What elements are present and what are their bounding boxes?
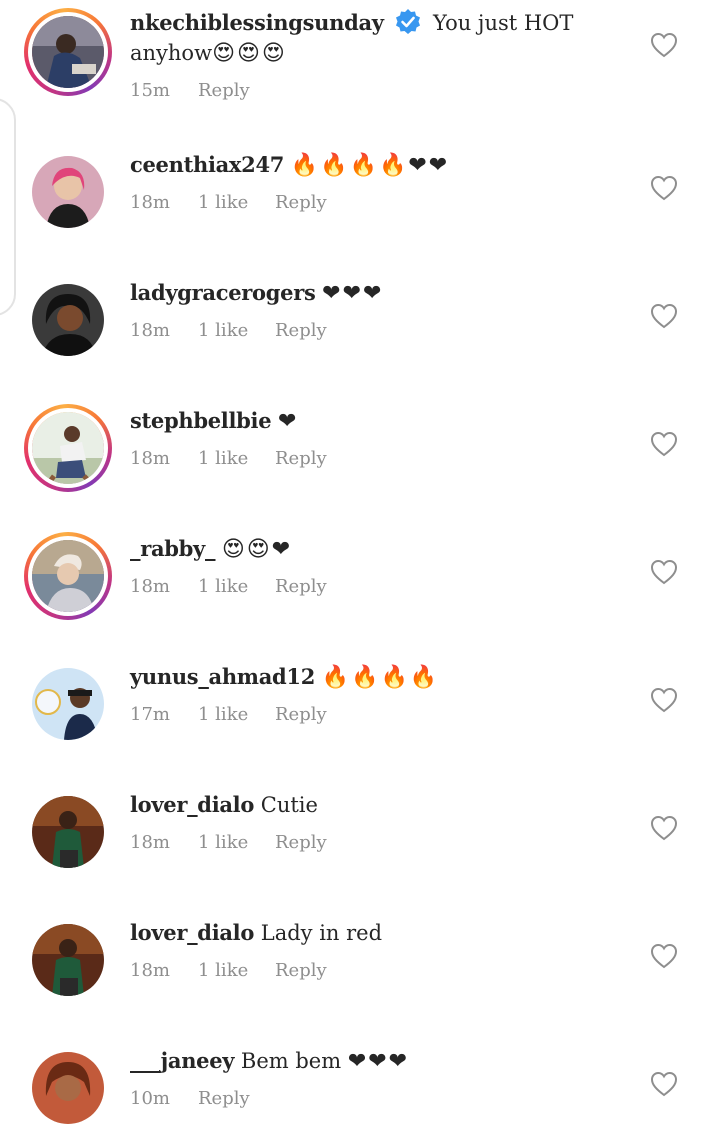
like-button[interactable] xyxy=(650,175,678,201)
comment-emoji: 🔥🔥🔥🔥 xyxy=(321,665,440,690)
username[interactable]: ceenthiax247 xyxy=(130,152,284,177)
username[interactable]: stephbellbie xyxy=(130,408,272,433)
avatar[interactable] xyxy=(32,284,104,356)
username[interactable]: yunus_ahmad12 xyxy=(130,664,315,689)
comment-emoji: ❤ xyxy=(277,409,299,434)
heart-outline-icon xyxy=(650,32,678,58)
like-button[interactable] xyxy=(650,815,678,841)
avatar[interactable] xyxy=(32,668,104,740)
timestamp: 15m xyxy=(130,80,170,101)
comment-emoji: ❤❤❤ xyxy=(322,281,384,306)
like-button[interactable] xyxy=(650,687,678,713)
heart-outline-icon xyxy=(650,815,678,841)
like-count[interactable]: 1 like xyxy=(198,320,248,341)
reply-button[interactable]: Reply xyxy=(275,832,327,853)
like-button[interactable] xyxy=(650,943,678,969)
reply-button[interactable]: Reply xyxy=(198,1088,250,1109)
avatar[interactable] xyxy=(32,924,104,996)
comment-body: lover_dialo Cutie xyxy=(130,790,610,820)
username[interactable]: nkechiblessingsunday xyxy=(130,10,384,35)
comment-body: lover_dialo Lady in red xyxy=(130,918,610,948)
comment-text: Lady in red xyxy=(260,921,383,945)
comment-emoji: ❤❤❤ xyxy=(347,1049,410,1074)
like-button[interactable] xyxy=(650,303,678,329)
like-count[interactable]: 1 like xyxy=(198,448,248,469)
story-ring[interactable] xyxy=(24,8,112,96)
like-count[interactable]: 1 like xyxy=(198,576,248,597)
heart-outline-icon xyxy=(650,431,678,457)
timestamp: 10m xyxy=(130,1088,170,1109)
reply-button[interactable]: Reply xyxy=(275,320,327,341)
heart-outline-icon xyxy=(650,943,678,969)
comment-body: _rabby_ 😍😍❤ xyxy=(130,534,610,565)
comment-text: Bem bem xyxy=(240,1049,342,1073)
heart-outline-icon xyxy=(650,1071,678,1097)
avatar[interactable] xyxy=(32,796,104,868)
like-count[interactable]: 1 like xyxy=(198,832,248,853)
like-button[interactable] xyxy=(650,559,678,585)
comment-emoji: 😍😍😍 xyxy=(212,41,287,66)
story-ring[interactable] xyxy=(24,404,112,492)
timestamp: 18m xyxy=(130,192,170,213)
avatar[interactable] xyxy=(32,412,104,484)
reply-button[interactable]: Reply xyxy=(275,960,327,981)
heart-outline-icon xyxy=(650,559,678,585)
comment-body: yunus_ahmad12 🔥🔥🔥🔥 xyxy=(130,662,610,693)
avatar[interactable] xyxy=(32,1052,104,1124)
reply-button[interactable]: Reply xyxy=(198,80,250,101)
comment-body: ceenthiax247 🔥🔥🔥🔥❤❤ xyxy=(130,150,610,181)
comment-body: ___janeey Bem bem ❤❤❤ xyxy=(130,1046,610,1077)
comment-body: stephbellbie ❤ xyxy=(130,406,610,437)
reply-button[interactable]: Reply xyxy=(275,704,327,725)
side-panel-edge xyxy=(0,98,16,316)
like-button[interactable] xyxy=(650,1071,678,1097)
like-count[interactable]: 1 like xyxy=(198,192,248,213)
avatar[interactable] xyxy=(32,540,104,612)
heart-outline-icon xyxy=(650,175,678,201)
avatar[interactable] xyxy=(32,156,104,228)
timestamp: 18m xyxy=(130,576,170,597)
story-ring[interactable] xyxy=(24,532,112,620)
like-count[interactable]: 1 like xyxy=(198,704,248,725)
like-count[interactable]: 1 like xyxy=(198,960,248,981)
verified-badge-icon xyxy=(396,9,421,34)
reply-button[interactable]: Reply xyxy=(275,448,327,469)
comment-emoji: 😍😍❤ xyxy=(221,537,293,562)
reply-button[interactable]: Reply xyxy=(275,192,327,213)
username[interactable]: ladygracerogers xyxy=(130,280,316,305)
comment-body: ladygracerogers ❤❤❤ xyxy=(130,278,610,309)
like-button[interactable] xyxy=(650,431,678,457)
like-button[interactable] xyxy=(650,32,678,58)
username[interactable]: lover_dialo xyxy=(130,920,254,945)
comment-body: nkechiblessingsunday You just HOT anyhow… xyxy=(130,8,610,69)
username[interactable]: ___janeey xyxy=(130,1048,235,1073)
comment-text: Cutie xyxy=(260,793,318,817)
heart-outline-icon xyxy=(650,303,678,329)
timestamp: 18m xyxy=(130,320,170,341)
avatar[interactable] xyxy=(32,16,104,88)
timestamp: 18m xyxy=(130,832,170,853)
timestamp: 17m xyxy=(130,704,170,725)
username[interactable]: _rabby_ xyxy=(130,536,215,561)
timestamp: 18m xyxy=(130,960,170,981)
timestamp: 18m xyxy=(130,448,170,469)
comment-emoji: 🔥🔥🔥🔥❤❤ xyxy=(290,153,450,178)
reply-button[interactable]: Reply xyxy=(275,576,327,597)
heart-outline-icon xyxy=(650,687,678,713)
username[interactable]: lover_dialo xyxy=(130,792,254,817)
